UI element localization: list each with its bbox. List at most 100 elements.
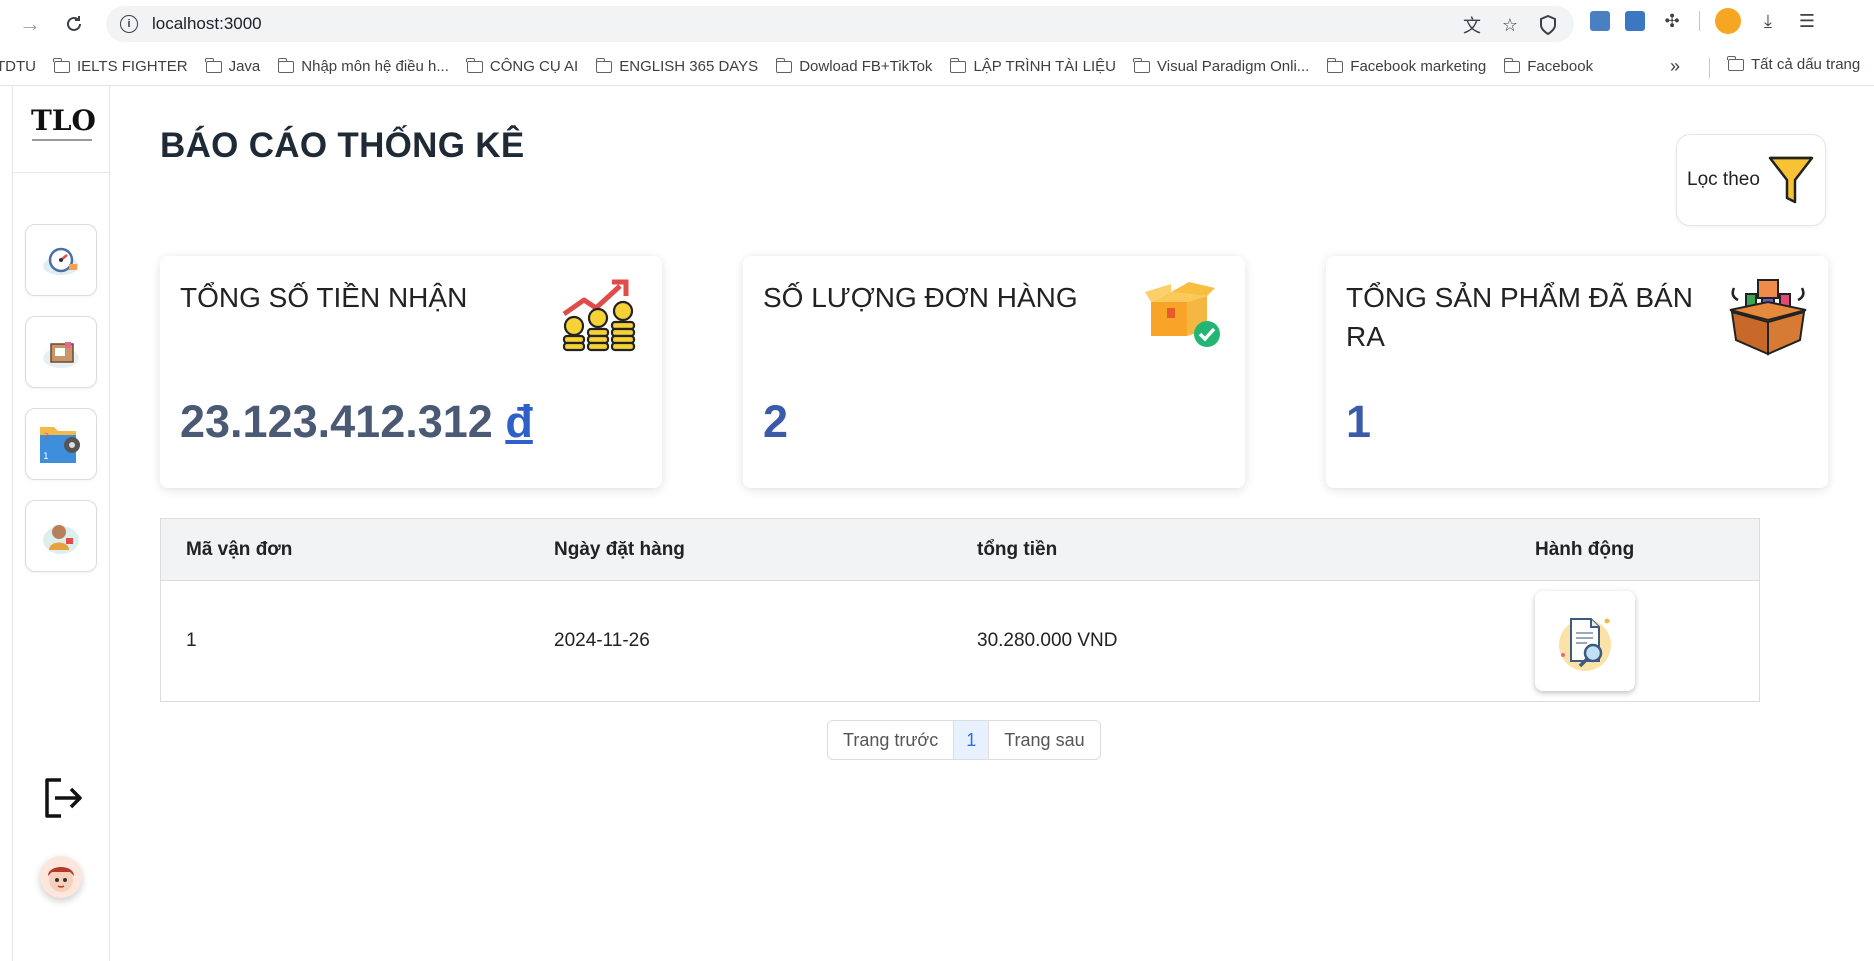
bookmark-item[interactable]: LẬP TRÌNH TÀI LIỆU xyxy=(949,57,1116,75)
cell-order-code: 1 xyxy=(186,630,197,651)
translate-icon[interactable]: 文 xyxy=(1460,13,1484,37)
sidebar-item-products[interactable]: 12 xyxy=(25,408,97,480)
folder-icon xyxy=(775,57,793,73)
bookmark-label: ENGLISH 365 DAYS xyxy=(619,58,759,75)
currency-symbol[interactable]: đ xyxy=(505,396,533,447)
bookmark-label: Java xyxy=(228,58,261,75)
bookmarks-list: TDTU IELTS FIGHTER Java Nhập môn hệ điều h.… xyxy=(0,57,1611,75)
header-action: Hành động xyxy=(1535,538,1635,560)
card-title: TỔNG SỐ TIỀN NHẬN xyxy=(180,282,468,313)
stat-card-products-sold: TỔNG SẢN PHẨM ĐÃ BÁN RA 1 xyxy=(1326,256,1828,488)
site-info-icon[interactable]: i xyxy=(120,15,138,33)
svg-text:1: 1 xyxy=(43,452,49,462)
more-bookmarks-icon[interactable]: » xyxy=(1670,56,1680,77)
sidebar: TLO 12 xyxy=(12,86,110,961)
bookmark-item[interactable]: IELTS FIGHTER xyxy=(53,57,188,75)
card-title: SỐ LƯỢNG ĐƠN HÀNG xyxy=(763,282,1078,313)
page-title: BÁO CÁO THỐNG KÊ xyxy=(160,126,525,165)
profile-avatar-icon[interactable] xyxy=(1715,8,1741,34)
folder-icon xyxy=(1133,57,1150,73)
folder-icon xyxy=(53,57,70,73)
revenue-amount: 23.123.412.312 xyxy=(180,396,493,447)
extension-sheet-icon[interactable] xyxy=(1590,11,1610,31)
main-content: BÁO CÁO THỐNG KÊ Lọc theo TỔNG SỐ TIỀN N… xyxy=(160,86,1860,961)
cell-total: 30.280.000 VND xyxy=(977,630,1118,651)
growth-coins-icon xyxy=(562,279,636,352)
view-details-button[interactable] xyxy=(1535,591,1635,691)
bookmark-label: TDTU xyxy=(0,58,36,75)
stat-card-revenue: TỔNG SỐ TIỀN NHẬN 23.123.412.312 đ xyxy=(160,256,662,488)
bookmarks-divider xyxy=(1709,58,1710,78)
bookmark-item[interactable]: ENGLISH 365 DAYS xyxy=(595,57,759,75)
reload-icon[interactable] xyxy=(56,6,92,42)
bookmark-label: Nhập môn hệ điều h... xyxy=(301,58,449,75)
bookmark-label: Facebook xyxy=(1527,58,1594,75)
bookmark-label: CÔNG CỤ AI xyxy=(489,58,579,75)
bookmark-label: IELTS FIGHTER xyxy=(77,58,188,75)
extension-sheet-icon-2[interactable] xyxy=(1625,11,1645,31)
bookmark-label: LẬP TRÌNH TÀI LIỆU xyxy=(973,58,1116,75)
bookmark-label: Dowload FB+TikTok xyxy=(799,58,933,75)
table-header: Mã vận đơn Ngày đặt hàng tổng tiền Hành … xyxy=(161,519,1759,581)
bookmark-label: Visual Paradigm Onli... xyxy=(1157,58,1310,75)
products-folder-icon: 12 xyxy=(40,427,80,463)
bookmark-item[interactable]: Nhập môn hệ điều h... xyxy=(277,57,449,75)
bookmark-item[interactable]: Visual Paradigm Onli... xyxy=(1133,57,1310,75)
sidebar-item-dashboard[interactable] xyxy=(25,224,97,296)
card-value: 1 xyxy=(1346,396,1372,447)
pagination: Trang trước 1 Trang sau xyxy=(827,720,1101,760)
next-page-button[interactable]: Trang sau xyxy=(989,721,1100,759)
avatar[interactable] xyxy=(40,856,82,898)
logo-text: TLO xyxy=(31,104,96,137)
card-value: 23.123.412.312 đ xyxy=(180,396,533,448)
sidebar-item-support[interactable] xyxy=(25,500,97,572)
folder-icon xyxy=(949,57,967,73)
bookmark-item[interactable]: Java xyxy=(204,57,261,75)
download-icon[interactable]: ⤓ xyxy=(1756,9,1780,33)
document-search-icon xyxy=(1559,618,1611,671)
box-check-icon xyxy=(1145,282,1220,347)
shield-icon[interactable] xyxy=(1536,13,1560,37)
folder-icon xyxy=(595,57,613,73)
url-text: localhost:3000 xyxy=(152,14,262,33)
toolbar-divider xyxy=(1699,11,1700,31)
products-box-icon xyxy=(1729,279,1807,356)
star-icon[interactable]: ☆ xyxy=(1498,13,1522,37)
bookmark-item[interactable]: TDTU xyxy=(0,58,36,75)
svg-text:2: 2 xyxy=(44,432,49,441)
folder-icon xyxy=(277,57,295,73)
all-bookmarks[interactable]: Tất cả dấu trang xyxy=(1727,55,1861,73)
bookmark-item[interactable]: Facebook marketing xyxy=(1326,57,1487,75)
bookmark-item[interactable]: Facebook xyxy=(1503,57,1594,75)
folder-icon xyxy=(1727,55,1744,71)
cell-order-date: 2024-11-26 xyxy=(554,630,650,651)
bookmarks-bar: TDTU IELTS FIGHTER Java Nhập môn hệ điều h.… xyxy=(0,48,1874,86)
header-total: tổng tiền xyxy=(977,538,1058,560)
bookmark-item[interactable]: CÔNG CỤ AI xyxy=(466,57,579,75)
funnel-icon xyxy=(1768,156,1814,204)
logout-icon[interactable] xyxy=(37,774,85,822)
filter-button[interactable]: Lọc theo xyxy=(1676,134,1826,226)
address-bar[interactable]: i localhost:3000 文 ☆ xyxy=(106,6,1574,42)
prev-page-button[interactable]: Trang trước xyxy=(828,721,954,759)
page-button-current[interactable]: 1 xyxy=(953,721,990,759)
header-order-code: Mã vận đơn xyxy=(186,538,293,560)
folder-icon xyxy=(1503,57,1521,73)
all-bookmarks-label: Tất cả dấu trang xyxy=(1751,56,1861,73)
table-row: 1 2024-11-26 30.280.000 VND xyxy=(161,581,1759,701)
card-title: TỔNG SẢN PHẨM ĐÃ BÁN RA xyxy=(1346,282,1693,353)
orders-table: Mã vận đơn Ngày đặt hàng tổng tiền Hành … xyxy=(160,518,1760,702)
bookmark-label: Facebook marketing xyxy=(1350,58,1487,75)
logo[interactable]: TLO xyxy=(31,104,96,156)
sidebar-item-orders[interactable] xyxy=(25,316,97,388)
bookmark-item[interactable]: Dowload FB+TikTok xyxy=(775,57,933,75)
folder-icon xyxy=(466,57,483,73)
orders-icon xyxy=(43,342,79,368)
support-agent-icon xyxy=(43,525,79,554)
stat-card-orders: SỐ LƯỢNG ĐƠN HÀNG 2 xyxy=(743,256,1245,488)
menu-icon[interactable]: ☰ xyxy=(1795,9,1819,33)
app: TLO 12 BÁO CÁO THỐNG KÊ Lọc theo TỔNG SỐ… xyxy=(0,86,1874,961)
card-value: 2 xyxy=(763,396,789,447)
extensions-puzzle-icon[interactable]: ✣ xyxy=(1660,9,1684,33)
forward-icon[interactable]: → xyxy=(12,6,48,42)
